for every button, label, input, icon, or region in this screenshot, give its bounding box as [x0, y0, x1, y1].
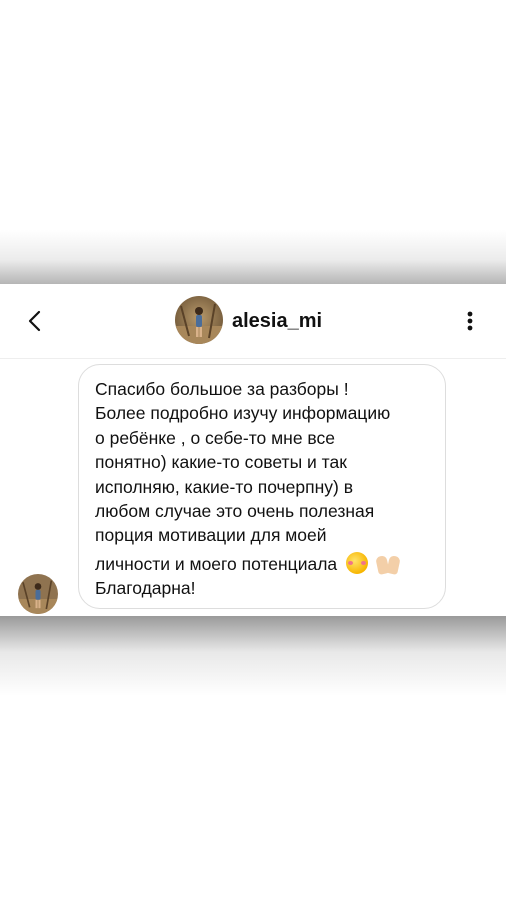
top-shadow [0, 230, 506, 284]
more-vertical-icon [467, 311, 473, 331]
sender-avatar[interactable] [18, 574, 58, 614]
message-line: Более подробно изучу информацию [95, 403, 391, 424]
smiling-face-with-hearts-icon [346, 551, 369, 574]
chat-screen: alesia_mi Спасибо большое за разборы ! Б… [0, 284, 506, 616]
chat-header: alesia_mi [0, 284, 506, 359]
message-line: порция мотивации для моей [95, 525, 327, 546]
avatar[interactable] [175, 296, 223, 344]
message-line: о ребёнке , о себе-то мне все [95, 427, 336, 448]
message-line: Благодарна! [95, 578, 196, 599]
message-line: понятно) какие-то советы и так [95, 452, 347, 473]
bottom-shadow [0, 616, 506, 696]
message-bubble[interactable]: Спасибо большое за разборы ! Более подро… [78, 364, 446, 609]
message-line-with-emoji: личности и моего потенциала [95, 551, 435, 576]
chevron-left-icon [28, 310, 41, 332]
message-line: исполняю, какие-то почерпну) в [95, 476, 354, 497]
message-line: любом случае это очень полезная [95, 501, 375, 522]
back-button[interactable] [20, 306, 50, 336]
more-options-button[interactable] [458, 306, 482, 336]
raising-hands-icon [375, 552, 401, 575]
chat-username[interactable]: alesia_mi [232, 306, 322, 336]
message-line: личности и моего потенциала [95, 553, 338, 574]
message-line: Спасибо большое за разборы ! [95, 379, 349, 399]
